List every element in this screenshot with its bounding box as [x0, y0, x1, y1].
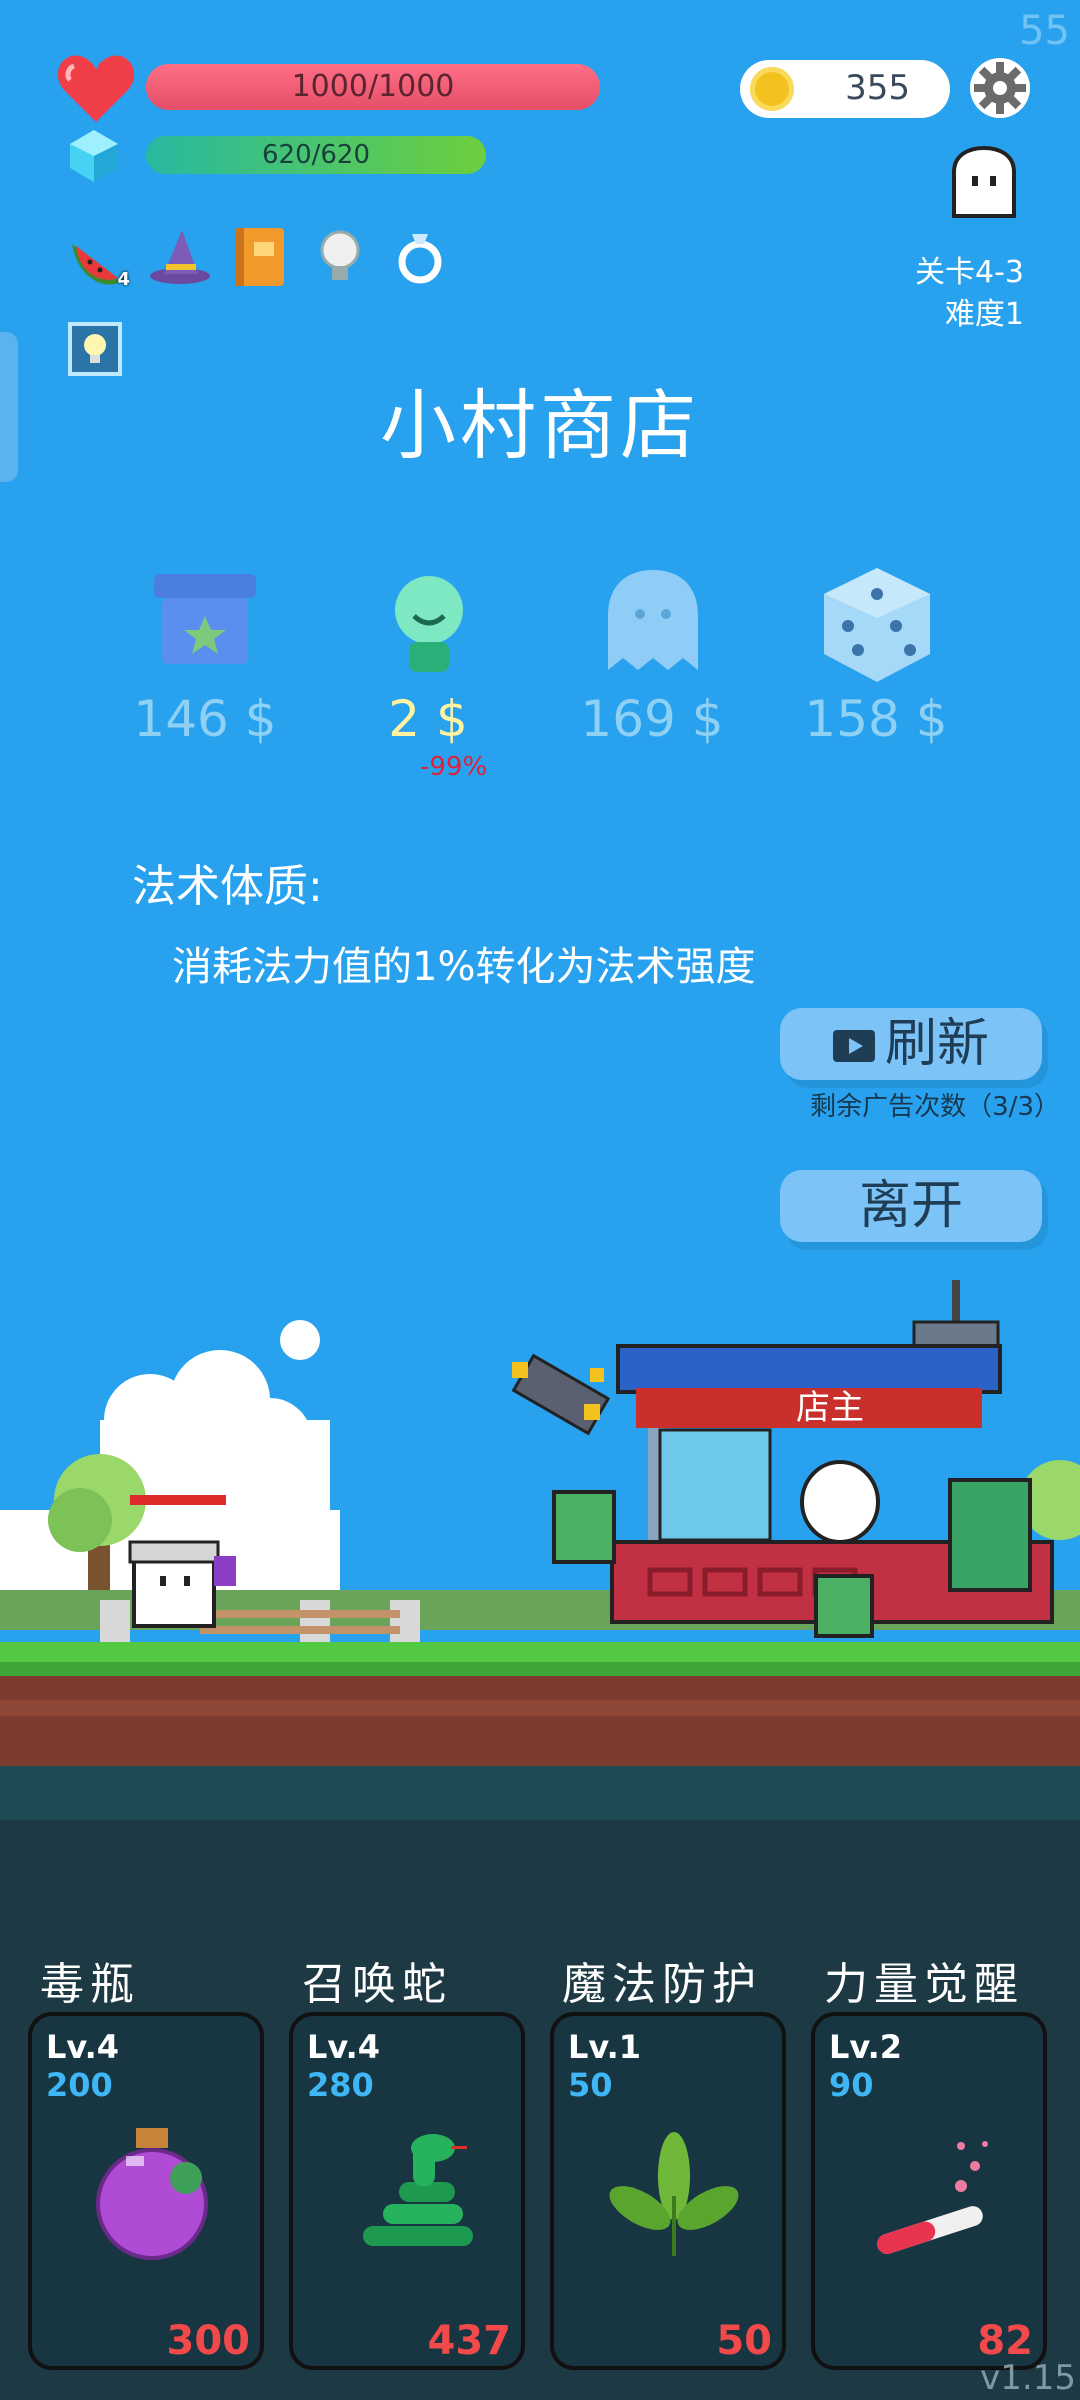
inventory-bar: 4 [68, 224, 452, 290]
skill-value: 50 [568, 2066, 613, 2104]
skill-level: Lv.4 [307, 2028, 381, 2066]
skill-cost: 50 [716, 2318, 772, 2364]
shopkeeper-label: 店主 [796, 1388, 864, 1428]
ring-icon[interactable] [388, 224, 452, 288]
treasure-chest-icon[interactable] [140, 560, 270, 690]
price-dice: 158 $ [804, 690, 948, 748]
skill-name-protect: 魔法防护 [562, 1959, 762, 2010]
ad-remaining-note: 剩余广告次数（3/3） [810, 1092, 1060, 1122]
price-chest: 146 $ [133, 690, 277, 748]
leave-button[interactable]: 离开 [780, 1170, 1042, 1242]
fps-counter: 55 [1019, 8, 1070, 54]
spellbook-icon[interactable] [228, 224, 292, 288]
shop-cart [511, 1280, 1054, 1638]
leave-label: 离开 [858, 1176, 963, 1236]
wizard-hat-icon[interactable] [148, 224, 212, 288]
stage-level: 关卡4-3 [915, 255, 1024, 290]
price-spirit: 2 $ [388, 690, 468, 748]
discount-label: -99% [420, 752, 488, 782]
skill-value: 200 [46, 2066, 113, 2104]
lightbulb-icon[interactable] [308, 224, 372, 288]
hp-bar: 1000/1000 [146, 64, 600, 110]
skill-value: 90 [829, 2066, 874, 2104]
attribute-desc: 消耗法力值的1%转化为法术强度 [172, 944, 756, 990]
skill-cost: 300 [166, 2318, 251, 2364]
dice-icon[interactable] [812, 560, 942, 690]
mp-text: 620/620 [261, 140, 370, 170]
shop-title: 小村商店 [380, 381, 700, 470]
mana-gem-icon [70, 130, 118, 182]
coin-counter: 355 [740, 60, 950, 118]
skill-name-strength: 力量觉醒 [824, 1959, 1024, 2010]
watermelon-icon[interactable]: 4 [68, 224, 132, 290]
skill-card-protect[interactable]: Lv.1 50 50 [550, 2012, 786, 2370]
settings-gear-icon[interactable] [968, 56, 1032, 120]
skill-value: 280 [307, 2066, 374, 2104]
refresh-button[interactable]: 刷新 [780, 1008, 1042, 1080]
hero-label-partial: 冒 [118, 1407, 155, 1448]
skill-level: Lv.1 [568, 2028, 642, 2066]
coin-value: 355 [845, 68, 910, 108]
mp-bar: 620/620 [146, 136, 486, 174]
version-label: v1.15 [980, 2358, 1076, 2398]
potion-tube-icon [877, 2141, 988, 2254]
attribute-title: 法术体质: [132, 861, 323, 912]
skill-card-snake[interactable]: Lv.4 280 437 [289, 2012, 525, 2370]
heart-icon [57, 55, 135, 122]
skill-name-poison: 毒瓶 [40, 1959, 140, 2010]
skill-card-strength[interactable]: Lv.2 90 82 [811, 2012, 1047, 2370]
herb-leaf-icon [609, 2132, 739, 2256]
skill-name-snake: 召唤蛇 [302, 1959, 452, 2010]
skill-cost: 437 [427, 2318, 512, 2364]
refresh-label: 刷新 [884, 1014, 989, 1074]
skill-card-poison[interactable]: Lv.4 200 300 [28, 2012, 264, 2370]
skill-level: Lv.4 [46, 2028, 120, 2066]
video-ad-icon [832, 1030, 875, 1062]
price-ghost: 169 $ [580, 690, 724, 748]
stage-info: 关卡4-3 难度1 [915, 252, 1024, 336]
ghost-profile-icon[interactable] [946, 146, 1022, 224]
ghost-icon[interactable] [588, 560, 718, 690]
hp-text: 1000/1000 [291, 69, 455, 104]
snake-icon [363, 2134, 473, 2246]
skill-level: Lv.2 [829, 2028, 903, 2066]
game-scene [0, 1280, 1080, 1830]
coin-icon [750, 67, 794, 111]
item-count: 4 [117, 269, 130, 290]
poison-bottle-icon [96, 2128, 208, 2260]
green-spirit-icon[interactable] [364, 560, 494, 690]
stage-difficulty: 难度1 [944, 297, 1024, 332]
